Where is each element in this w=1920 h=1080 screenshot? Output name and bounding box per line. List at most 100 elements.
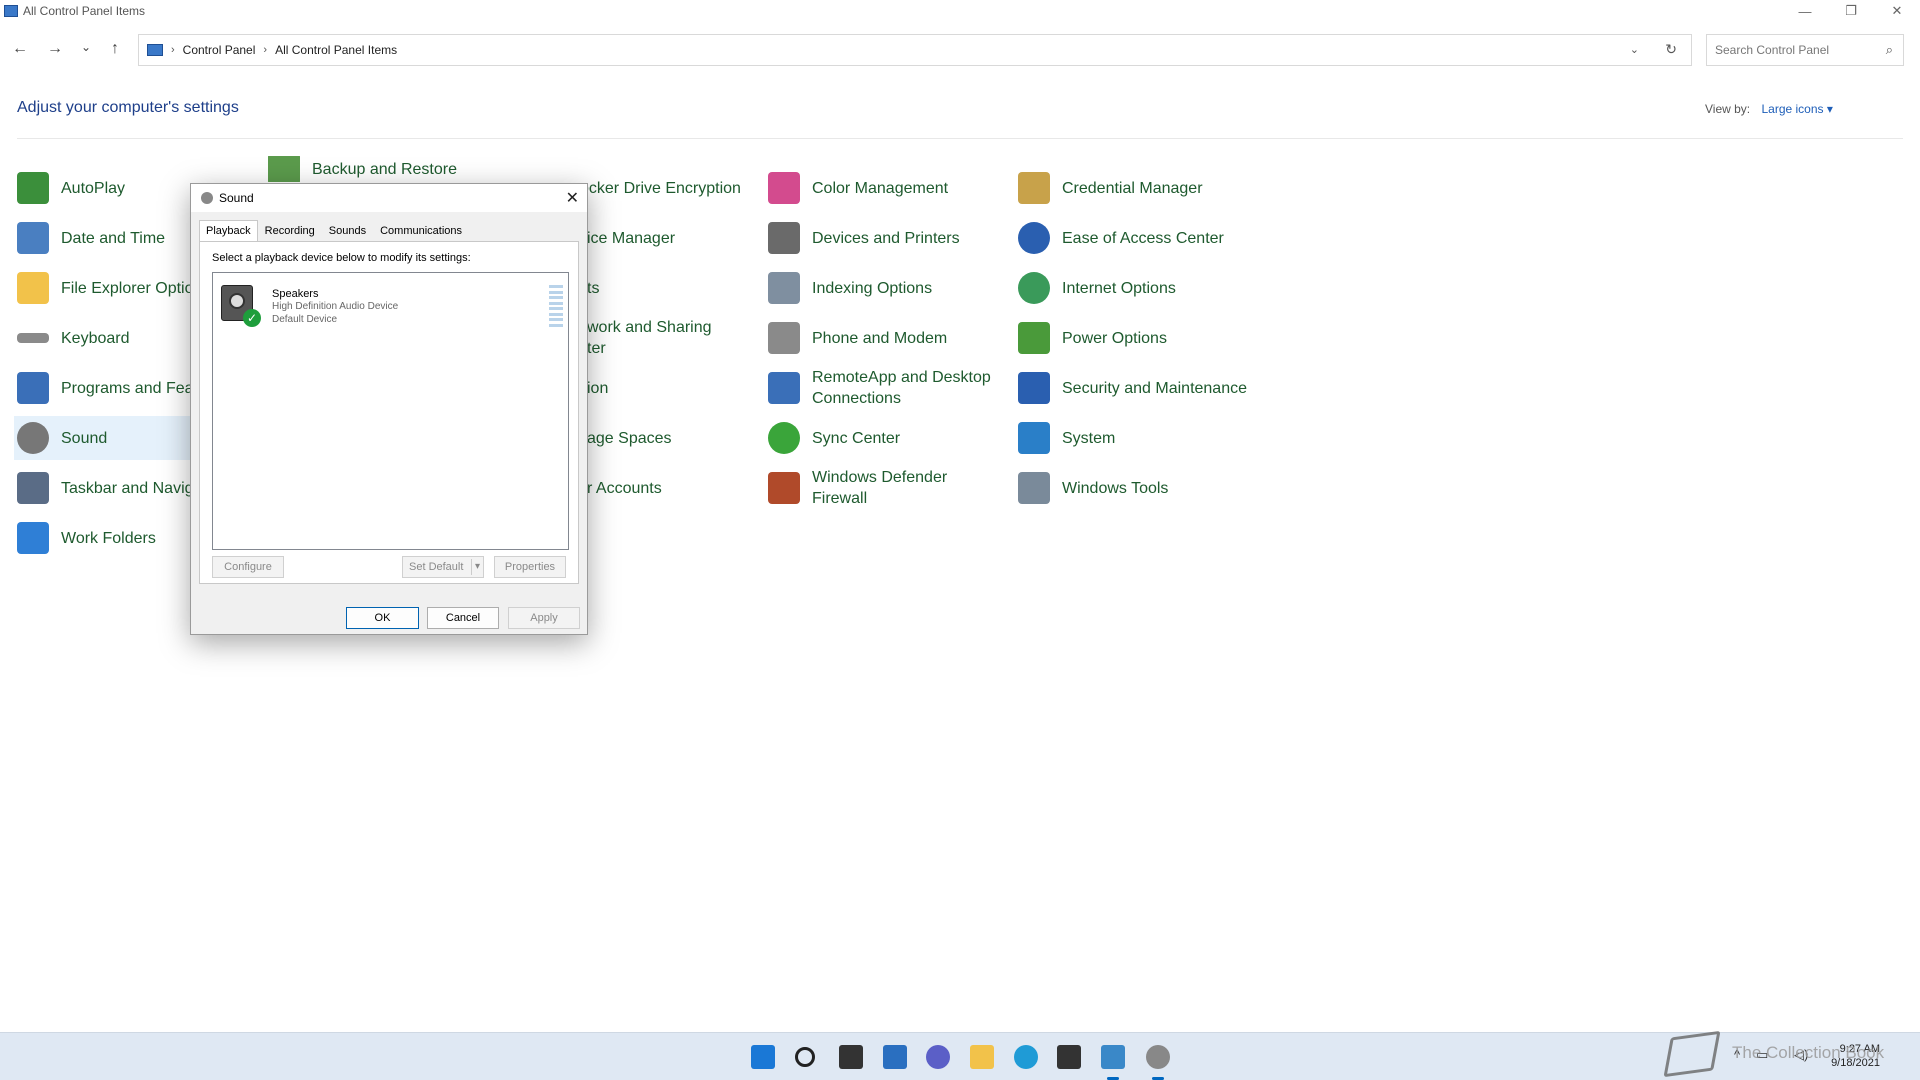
configure-button[interactable]: Configure bbox=[212, 556, 284, 578]
item-label: Work Folders bbox=[61, 529, 156, 547]
item-phone-modem[interactable]: Phone and Modem bbox=[768, 316, 947, 360]
autoplay-icon bbox=[17, 172, 49, 204]
device-status: Default Device bbox=[272, 314, 338, 325]
taskbar-icon bbox=[17, 472, 49, 504]
start-icon[interactable] bbox=[751, 1045, 775, 1069]
forward-button[interactable]: → bbox=[44, 40, 66, 58]
task-view-icon[interactable] bbox=[839, 1045, 863, 1069]
store-icon[interactable] bbox=[1057, 1045, 1081, 1069]
item-date-time[interactable]: Date and Time bbox=[17, 216, 165, 260]
tab-sounds[interactable]: Sounds bbox=[322, 220, 373, 242]
item-label-line2: ter bbox=[587, 340, 606, 357]
breadcrumb-separator: › bbox=[263, 44, 268, 56]
back-button[interactable]: ← bbox=[9, 40, 31, 58]
item-fonts[interactable]: ts bbox=[587, 266, 599, 310]
speaker-icon bbox=[201, 192, 213, 204]
breadcrumb-control-panel[interactable]: Control Panel bbox=[183, 43, 256, 57]
item-remoteapp[interactable]: RemoteApp and Desktop Connections bbox=[768, 366, 991, 410]
item-work-folders[interactable]: Work Folders bbox=[17, 516, 156, 560]
item-indexing-options[interactable]: Indexing Options bbox=[768, 266, 932, 310]
ok-button[interactable]: OK bbox=[346, 607, 419, 629]
item-credential-manager[interactable]: Credential Manager bbox=[1018, 166, 1203, 210]
widgets-icon[interactable] bbox=[883, 1045, 907, 1069]
item-programs-features[interactable]: Programs and Feat bbox=[17, 366, 198, 410]
control-panel-icon[interactable] bbox=[1101, 1045, 1125, 1069]
item-label: Indexing Options bbox=[812, 279, 933, 297]
item-keyboard[interactable]: Keyboard bbox=[17, 316, 130, 360]
item-color-management[interactable]: Color Management bbox=[768, 166, 948, 210]
item-user-accounts[interactable]: r Accounts bbox=[587, 466, 662, 510]
item-label: Sync Center bbox=[812, 429, 901, 447]
item-label: Phone and Modem bbox=[812, 329, 948, 347]
search-icon[interactable]: ⌕ bbox=[1886, 42, 1893, 58]
search-input[interactable] bbox=[1715, 43, 1875, 57]
dialog-tabs: Playback Recording Sounds Communications bbox=[199, 220, 469, 242]
item-taskbar-navigation[interactable]: Taskbar and Navig bbox=[17, 466, 194, 510]
item-file-explorer-options[interactable]: File Explorer Optio bbox=[17, 266, 194, 310]
refresh-icon[interactable]: ↻ bbox=[1665, 41, 1677, 58]
ease-of-access-icon bbox=[1018, 222, 1050, 254]
restore-button[interactable]: ❐ bbox=[1828, 0, 1874, 22]
chevron-down-icon[interactable]: ▾ bbox=[470, 559, 480, 575]
properties-button[interactable]: Properties bbox=[494, 556, 566, 578]
chat-icon[interactable] bbox=[926, 1045, 950, 1069]
file-explorer-icon[interactable] bbox=[970, 1045, 994, 1069]
navigation-bar: ← → ⌄ ↑ › Control Panel › All Control Pa… bbox=[0, 32, 1920, 68]
item-backup-restore[interactable]: Backup and Restore bbox=[268, 156, 457, 182]
item-label: Backup and Restore bbox=[312, 160, 457, 178]
tab-playback[interactable]: Playback bbox=[199, 220, 258, 242]
speaker-icon[interactable] bbox=[1146, 1045, 1170, 1069]
cancel-button[interactable]: Cancel bbox=[427, 607, 499, 629]
up-button[interactable]: ↑ bbox=[104, 40, 126, 58]
tab-communications[interactable]: Communications bbox=[373, 220, 469, 242]
item-recovery[interactable]: ion bbox=[587, 366, 608, 410]
apply-button[interactable]: Apply bbox=[508, 607, 580, 629]
item-system[interactable]: System bbox=[1018, 416, 1115, 460]
item-firewall[interactable]: Windows Defender Firewall bbox=[768, 466, 947, 510]
item-autoplay[interactable]: AutoPlay bbox=[17, 166, 125, 210]
item-devices-printers[interactable]: Devices and Printers bbox=[768, 216, 960, 260]
tab-recording[interactable]: Recording bbox=[258, 220, 322, 242]
item-label: Credential Manager bbox=[1062, 179, 1203, 197]
item-ease-of-access[interactable]: Ease of Access Center bbox=[1018, 216, 1224, 260]
item-windows-tools[interactable]: Windows Tools bbox=[1018, 466, 1168, 510]
device-speakers[interactable]: ✓ Speakers High Definition Audio Device … bbox=[219, 279, 563, 331]
speaker-icon: ✓ bbox=[221, 281, 261, 327]
close-button[interactable]: ✕ bbox=[1874, 0, 1920, 22]
item-label: age Spaces bbox=[587, 429, 672, 447]
item-bitlocker[interactable]: ocker Drive Encryption bbox=[580, 166, 741, 210]
item-security-maintenance[interactable]: Security and Maintenance bbox=[1018, 366, 1247, 410]
item-label: Windows Tools bbox=[1062, 479, 1169, 497]
power-icon bbox=[1018, 322, 1050, 354]
item-label: AutoPlay bbox=[61, 179, 126, 197]
dialog-close-button[interactable]: ✕ bbox=[566, 188, 579, 208]
minimize-button[interactable]: — bbox=[1782, 0, 1828, 22]
device-list[interactable]: ✓ Speakers High Definition Audio Device … bbox=[212, 272, 569, 550]
set-default-button[interactable]: Set Default ▾ bbox=[402, 556, 484, 578]
item-sound[interactable]: Sound bbox=[14, 416, 194, 460]
backup-icon bbox=[268, 156, 300, 182]
edge-icon[interactable] bbox=[1014, 1045, 1038, 1069]
flag-icon bbox=[1018, 372, 1050, 404]
indexing-icon bbox=[768, 272, 800, 304]
item-storage-spaces[interactable]: age Spaces bbox=[587, 416, 672, 460]
item-network-sharing[interactable]: work and Sharing ter bbox=[587, 316, 712, 360]
recent-locations-button[interactable]: ⌄ bbox=[75, 40, 97, 54]
item-label-line2: Firewall bbox=[812, 490, 868, 507]
address-bar[interactable]: › Control Panel › All Control Panel Item… bbox=[138, 34, 1692, 66]
item-internet-options[interactable]: Internet Options bbox=[1018, 266, 1176, 310]
color-management-icon bbox=[768, 172, 800, 204]
device-driver: High Definition Audio Device bbox=[272, 301, 399, 312]
chevron-down-icon[interactable]: ⌄ bbox=[1630, 43, 1639, 56]
speaker-icon bbox=[17, 422, 49, 454]
view-by-dropdown[interactable]: Large icons ▾ bbox=[1761, 102, 1832, 116]
search-icon[interactable] bbox=[795, 1047, 815, 1067]
sound-dialog: Sound ✕ Playback Recording Sounds Commun… bbox=[190, 183, 588, 635]
breadcrumb-all-items[interactable]: All Control Panel Items bbox=[275, 43, 397, 57]
item-sync-center[interactable]: Sync Center bbox=[768, 416, 900, 460]
dialog-title-bar: Sound ✕ bbox=[191, 184, 587, 212]
item-label: ts bbox=[587, 279, 600, 297]
item-device-manager[interactable]: ice Manager bbox=[587, 216, 675, 260]
item-power-options[interactable]: Power Options bbox=[1018, 316, 1167, 360]
item-label: Programs and Feat bbox=[61, 379, 198, 397]
